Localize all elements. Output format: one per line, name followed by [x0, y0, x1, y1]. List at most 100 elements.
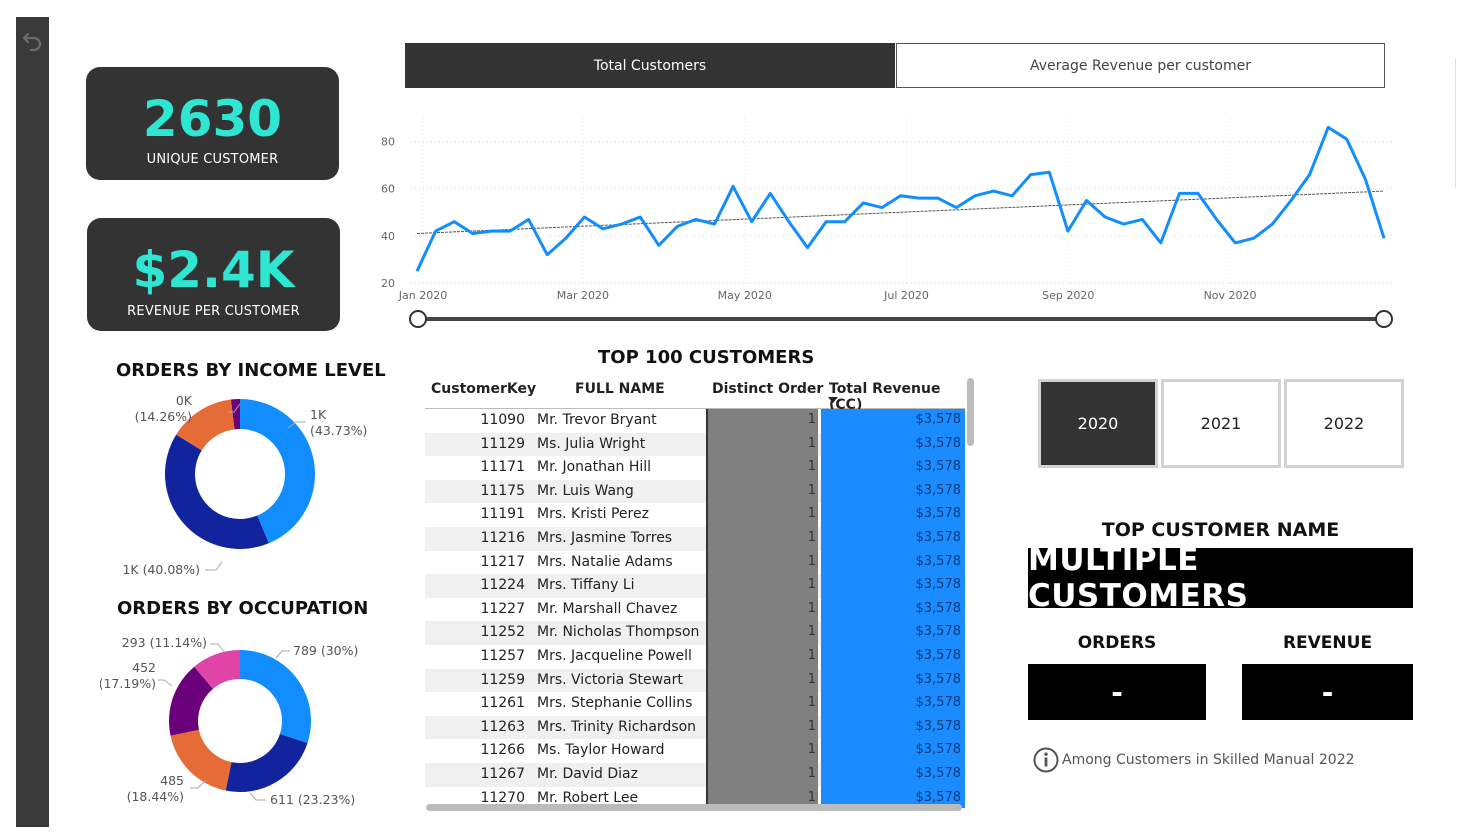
customer-key-cell: 11227 — [480, 600, 525, 617]
full-name-cell: Mrs. Jacqueline Powell — [537, 648, 692, 664]
distinct-order-cell: 1 — [706, 668, 818, 693]
table-row[interactable]: 11217 Mrs. Natalie Adams 1 $3,578 — [425, 550, 965, 575]
year-2020-button[interactable]: 2020 — [1038, 379, 1158, 468]
full-name-cell: Mrs. Kristi Perez — [537, 506, 649, 523]
full-name-cell: Mrs. Jasmine Torres — [537, 530, 673, 546]
tab-total-customers[interactable]: Total Customers — [405, 43, 895, 88]
col-header-customerkey[interactable]: CustomerKey — [431, 381, 536, 397]
slider-handle-end[interactable] — [1375, 310, 1393, 328]
table-header: CustomerKey FULL NAME Distinct Order Tot… — [425, 376, 965, 413]
col-header-distinct-order[interactable]: Distinct Order — [712, 381, 823, 397]
customer-key-cell: 11261 — [480, 695, 525, 712]
total-revenue-cell: $3,578 — [821, 409, 965, 433]
occupation-title: ORDERS BY OCCUPATION — [117, 598, 369, 619]
table-row[interactable]: 11129 Ms. Julia Wright 1 $3,578 — [425, 432, 965, 457]
slice-label: 611 (23.23%) — [270, 792, 355, 807]
slice-label: 1K (40.08%) — [122, 562, 200, 577]
table-row[interactable]: 11252 Mr. Nicholas Thompson 1 $3,578 — [425, 621, 965, 645]
table-title: TOP 100 CUSTOMERS — [598, 347, 815, 368]
tab-average-revenue[interactable]: Average Revenue per customer — [896, 43, 1385, 88]
sort-desc-icon — [828, 397, 838, 403]
kpi-revenue-label: REVENUE PER CUSTOMER — [127, 304, 300, 319]
table-row[interactable]: 11257 Mrs. Jacqueline Powell 1 $3,578 — [425, 645, 965, 669]
table-vertical-scrollbar[interactable] — [967, 378, 974, 446]
customer-key-cell: 11217 — [480, 553, 525, 570]
slice-label: 1K (43.73%) — [310, 407, 367, 438]
table-row[interactable]: 11263 Mrs. Trinity Richardson 1 $3,578 — [425, 715, 965, 740]
table-row[interactable]: 11227 Mr. Marshall Chavez 1 $3,578 — [425, 597, 965, 622]
distinct-order-cell: 1 — [706, 432, 818, 457]
back-button[interactable] — [21, 29, 45, 53]
total-revenue-cell: $3,578 — [821, 456, 965, 480]
slice-label: 485 (18.44%) — [127, 773, 184, 804]
distinct-order-cell: 1 — [706, 409, 818, 433]
donut-slice — [240, 650, 311, 743]
x-tick-label: Jan 2020 — [398, 289, 447, 302]
total-revenue-cell: $3,578 — [821, 550, 965, 575]
table-row[interactable]: 11191 Mrs. Kristi Perez 1 $3,578 — [425, 503, 965, 527]
slider-handle-start[interactable] — [409, 310, 427, 328]
full-name-cell: Mr. Luis Wang — [537, 482, 634, 499]
table-horizontal-scrollbar[interactable] — [426, 804, 962, 811]
total-revenue-cell: $3,578 — [821, 645, 965, 669]
total-revenue-cell: $3,578 — [821, 715, 965, 740]
kpi-revenue-value: $2.4K — [132, 241, 295, 299]
x-tick-label: Mar 2020 — [557, 289, 609, 302]
distinct-order-cell: 1 — [706, 715, 818, 740]
full-name-cell: Mr. David Diaz — [537, 766, 638, 782]
full-name-cell: Mr. Jonathan Hill — [537, 459, 652, 476]
year-2022-button[interactable]: 2022 — [1284, 379, 1404, 468]
table-row[interactable]: 11266 Ms. Taylor Howard 1 $3,578 — [425, 739, 965, 763]
label-leader-line — [158, 679, 173, 687]
col-header-full-name[interactable]: FULL NAME — [575, 381, 665, 397]
distinct-order-cell: 1 — [706, 503, 818, 527]
total-revenue-cell: $3,578 — [821, 527, 965, 551]
total-revenue-cell: $3,578 — [821, 574, 965, 598]
table-row[interactable]: 11267 Mr. David Diaz 1 $3,578 — [425, 763, 965, 787]
slice-label: 452 (17.19%) — [100, 660, 156, 691]
table-row[interactable]: 11090 Mr. Trevor Bryant 1 $3,578 — [425, 409, 965, 433]
year-2021-button[interactable]: 2021 — [1161, 379, 1281, 468]
top-customers-table: CustomerKey FULL NAME Distinct Order Tot… — [425, 376, 975, 808]
date-range-slider[interactable] — [418, 317, 1384, 321]
full-name-cell: Mrs. Tiffany Li — [537, 577, 635, 594]
customer-key-cell: 11259 — [480, 671, 525, 688]
full-name-cell: Mr. Nicholas Thompson — [537, 624, 700, 641]
x-tick-label: May 2020 — [718, 289, 772, 302]
customer-key-cell: 11129 — [480, 435, 525, 452]
x-tick-label: Nov 2020 — [1204, 289, 1257, 302]
kpi-revenue-per-customer: $2.4K REVENUE PER CUSTOMER — [87, 218, 340, 331]
total-revenue-cell: $3,578 — [821, 479, 965, 504]
customer-key-cell: 11216 — [480, 530, 525, 546]
y-tick-label: 20 — [381, 277, 395, 290]
full-name-cell: Mrs. Stephanie Collins — [537, 695, 693, 712]
undo-icon — [22, 32, 42, 52]
table-row[interactable]: 11259 Mrs. Victoria Stewart 1 $3,578 — [425, 668, 965, 693]
full-name-cell: Mrs. Trinity Richardson — [537, 718, 697, 735]
customer-key-cell: 11090 — [480, 412, 525, 428]
full-name-cell: Mrs. Victoria Stewart — [537, 671, 683, 688]
customer-key-cell: 11224 — [480, 577, 525, 594]
customer-key-cell: 11267 — [480, 766, 525, 782]
info-icon — [1033, 747, 1059, 773]
customer-key-cell: 11175 — [480, 482, 525, 499]
table-row[interactable]: 11261 Mrs. Stephanie Collins 1 $3,578 — [425, 692, 965, 716]
total-revenue-cell: $3,578 — [821, 503, 965, 527]
table-row[interactable]: 11171 Mr. Jonathan Hill 1 $3,578 — [425, 456, 965, 480]
full-name-cell: Ms. Taylor Howard — [537, 742, 665, 759]
series-line-total-customers — [415, 125, 1386, 272]
table-row[interactable]: 11175 Mr. Luis Wang 1 $3,578 — [425, 479, 965, 504]
distinct-order-cell: 1 — [706, 621, 818, 645]
total-revenue-cell: $3,578 — [821, 692, 965, 716]
distinct-order-cell: 1 — [706, 574, 818, 598]
orders-label: ORDERS — [1077, 633, 1157, 653]
donut-slice — [165, 434, 269, 549]
x-tick-label: Sep 2020 — [1042, 289, 1094, 302]
distinct-order-cell: 1 — [706, 479, 818, 504]
table-row[interactable]: 11224 Mrs. Tiffany Li 1 $3,578 — [425, 574, 965, 598]
full-name-cell: Ms. Julia Wright — [537, 435, 646, 452]
customer-key-cell: 11191 — [480, 506, 525, 523]
kpi-unique-customers-value: 2630 — [142, 90, 283, 148]
label-leader-line — [275, 650, 290, 659]
table-row[interactable]: 11216 Mrs. Jasmine Torres 1 $3,578 — [425, 527, 965, 551]
